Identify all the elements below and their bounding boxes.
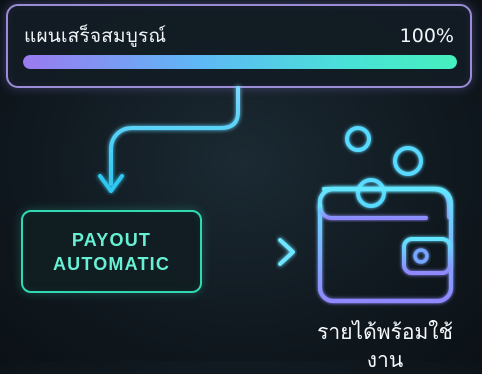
right-arrowhead	[278, 238, 295, 266]
wallet-button-icon	[413, 248, 429, 264]
coin-icon	[356, 178, 386, 208]
progress-title: แผนเสร็จสมบูรณ์	[24, 25, 167, 47]
progress-fill	[23, 55, 457, 69]
wallet-body	[317, 186, 454, 304]
progress-card: แผนเสร็จสมบูรณ์ 100%	[6, 4, 472, 88]
wallet-with-coins-icon	[317, 126, 454, 304]
wallet-caption: รายได้พร้อมใช้งาน	[317, 320, 453, 372]
progress-track	[23, 55, 457, 69]
payout-label: PAYOUT AUTOMATIC	[52, 229, 171, 274]
curved-arrowhead	[98, 174, 124, 193]
progress-percent-label: 100%	[399, 25, 454, 47]
payout-automatic-box: PAYOUT AUTOMATIC	[21, 210, 202, 293]
coin-icon	[345, 126, 371, 152]
wallet-flap	[322, 187, 451, 219]
curved-arrow	[109, 86, 240, 186]
coin-icon	[393, 146, 423, 176]
